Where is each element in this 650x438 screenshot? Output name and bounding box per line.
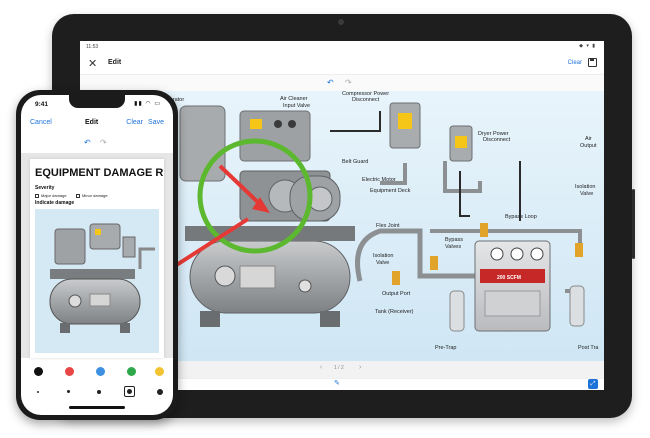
pen-icon[interactable]: ✎ — [334, 379, 340, 387]
close-icon[interactable]: ✕ — [88, 57, 97, 70]
label-bypass-loop: Bypass Loop — [505, 214, 537, 220]
label-air: Air — [585, 136, 592, 142]
color-red[interactable] — [65, 367, 74, 376]
phone-nav-bar: Cancel Edit Clear Save — [21, 115, 173, 133]
label-isolation: Isolation — [575, 184, 596, 190]
label-belt-guard: Belt Guard — [342, 159, 368, 165]
tablet-power-button — [632, 189, 635, 259]
tablet-status-icons: ◆ ▾ ▮ — [579, 43, 596, 49]
undo-icon[interactable]: ↶ — [84, 138, 91, 147]
undo-icon[interactable]: ↶ — [327, 78, 334, 87]
stroke-size-l[interactable] — [127, 389, 132, 394]
label-flex-joint: Flex Joint — [376, 223, 400, 229]
phone-undo-bar: ↶ ↷ — [21, 136, 173, 150]
checkbox-icon — [35, 193, 39, 198]
major-damage-label: Major damage — [41, 193, 67, 198]
tablet-camera — [338, 19, 344, 25]
tank-plate — [239, 265, 276, 289]
color-green[interactable] — [127, 367, 136, 376]
post-trap-filter — [569, 285, 585, 327]
stroke-size-s[interactable] — [67, 390, 70, 393]
stroke-size-m[interactable] — [97, 390, 101, 394]
label-post-trap: Post Tra — [578, 345, 599, 351]
label-isolation-valve: Isolation — [373, 253, 394, 259]
label-input-valve: Input Valve — [283, 103, 310, 109]
color-blue[interactable] — [96, 367, 105, 376]
save-icon[interactable] — [588, 58, 597, 67]
separator-box — [179, 105, 226, 182]
next-page-button[interactable]: › — [359, 364, 361, 371]
severity-label: Severity — [35, 185, 55, 191]
stroke-size-selector — [21, 384, 173, 400]
warning-sign — [250, 119, 262, 129]
phone-document-area[interactable]: EQUIPMENT DAMAGE R Severity Major damage… — [21, 153, 173, 358]
expand-icon[interactable]: ⤢ — [588, 379, 598, 389]
marketing-stage: 11:53 ◆ ▾ ▮ ✕ Edit Clear ↶ ↷ Air Cleaner… — [0, 0, 650, 438]
label-disconnect: Disconnect — [352, 97, 380, 103]
label-tank: Tank (Receiver) — [375, 309, 414, 315]
phone-page-title: Edit — [85, 119, 99, 126]
major-damage-option[interactable]: Major damage — [35, 193, 67, 198]
checkbox-icon — [76, 193, 80, 198]
save-button[interactable]: Save — [148, 119, 164, 126]
label-valve: Valve — [580, 191, 593, 197]
phone-device: 9:41 ▮▮ ◠ ▭ Cancel Edit Clear Save ↶ ↷ E… — [16, 90, 178, 420]
phone-status-bar: 9:41 ▮▮ ◠ ▭ — [21, 95, 173, 113]
label-air-cleaner: Air Cleaner — [280, 96, 308, 102]
phone-clear-button[interactable]: Clear — [126, 119, 143, 126]
isolation-valve-right — [575, 243, 583, 257]
phone-status-icons: ▮▮ ◠ ▭ — [134, 101, 161, 107]
phone-document-page: EQUIPMENT DAMAGE R Severity Major damage… — [30, 159, 164, 358]
bypass-valve-2 — [480, 223, 488, 237]
minor-damage-label: Minor damage — [82, 193, 108, 198]
label-isolation-valve-2: Valve — [376, 260, 389, 266]
document-title: EQUIPMENT DAMAGE R — [35, 167, 164, 179]
tablet-page-title: Edit — [108, 59, 122, 66]
isolation-valve-left — [392, 271, 400, 285]
pre-trap-filter — [449, 290, 465, 332]
label-electric-motor: Electric Motor — [362, 177, 396, 183]
label-output: Output — [580, 143, 597, 149]
color-black[interactable] — [34, 367, 43, 376]
tablet-app-bar: ✕ Edit Clear — [80, 53, 604, 75]
color-palette — [21, 362, 173, 382]
minor-damage-option[interactable]: Minor damage — [76, 193, 108, 198]
phone-status-time: 9:41 — [35, 101, 49, 108]
air-cleaner-box — [239, 110, 311, 162]
tablet-status-time: 11:53 — [86, 44, 99, 50]
tablet-undo-bar: ↶ ↷ — [80, 75, 604, 91]
redo-icon[interactable]: ↷ — [100, 138, 107, 147]
tablet-clear-button[interactable]: Clear — [568, 60, 582, 66]
label-dryer-disconnect: Disconnect — [483, 137, 511, 143]
label-valves: Valves — [445, 244, 461, 250]
bypass-valve-1 — [430, 256, 438, 270]
indicate-damage-label: Indicate damage — [35, 200, 75, 206]
home-indicator — [69, 406, 125, 409]
label-output-port: Output Port — [382, 291, 411, 297]
stroke-size-xl[interactable] — [157, 389, 163, 395]
color-yellow[interactable] — [155, 367, 164, 376]
redo-icon[interactable]: ↷ — [345, 78, 352, 87]
label-equipment-deck: Equipment Deck — [370, 188, 411, 194]
previous-page-button[interactable]: ‹ — [320, 364, 322, 371]
label-dryer-rating: 200 SCFM — [497, 275, 521, 281]
label-pre-trap: Pre-Trap — [435, 345, 457, 351]
cancel-button[interactable]: Cancel — [30, 119, 52, 126]
page-indicator: 1 / 2 — [334, 365, 344, 371]
label-bypass: Bypass — [445, 237, 463, 243]
phone-screen: 9:41 ▮▮ ◠ ▭ Cancel Edit Clear Save ↶ ↷ E… — [21, 95, 173, 415]
tablet-status-bar: 11:53 ◆ ▾ ▮ — [80, 41, 604, 53]
stroke-size-xs[interactable] — [37, 391, 39, 393]
mini-compressor-diagram — [35, 209, 159, 353]
